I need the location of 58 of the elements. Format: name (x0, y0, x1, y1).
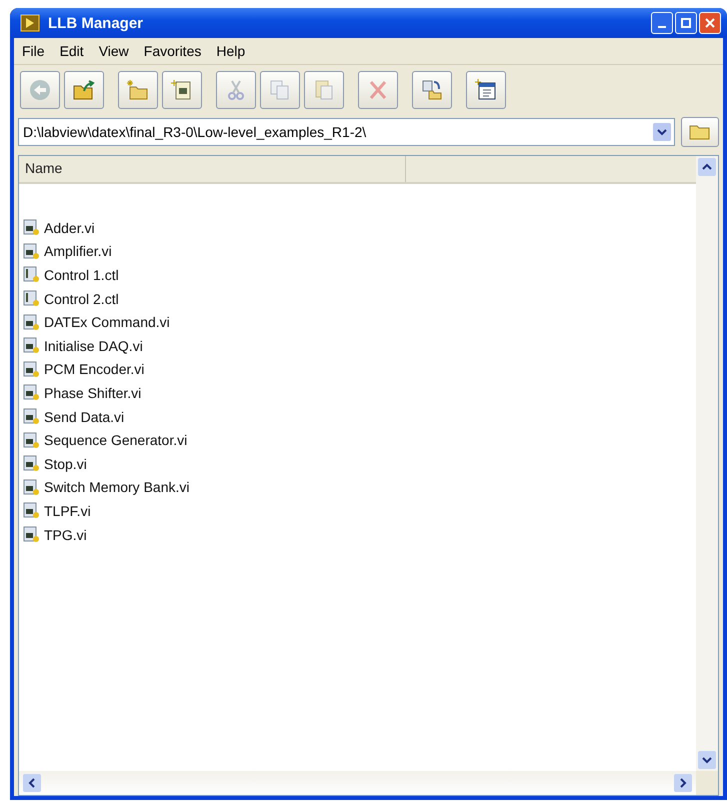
back-icon (28, 78, 52, 102)
vi-file-icon (23, 432, 40, 449)
scroll-left-icon (23, 774, 41, 792)
scroll-up-icon (698, 158, 716, 176)
control-file-icon (23, 290, 40, 308)
menu-item[interactable]: Favorites (144, 43, 202, 59)
app-icon (20, 14, 40, 32)
menu-item[interactable]: Edit (60, 43, 84, 59)
vertical-scrollbar[interactable] (696, 156, 718, 771)
vi-file-icon (23, 337, 40, 354)
list-row[interactable]: Send Data.vi (23, 404, 696, 428)
browse-button[interactable] (681, 117, 719, 147)
toolbar-button[interactable] (64, 71, 104, 109)
list-row[interactable]: TLPF.vi (23, 499, 696, 523)
menu-item[interactable]: View (98, 43, 129, 59)
properties-icon (474, 78, 498, 102)
maximize-button[interactable] (675, 12, 697, 34)
list-row[interactable]: Control 2.ctl (23, 286, 696, 310)
list-row[interactable]: DATEx Command.vi (23, 310, 696, 334)
folder-up-icon (72, 78, 96, 102)
minimize-button[interactable] (651, 12, 673, 34)
scroll-right-icon (674, 774, 692, 792)
vi-file-icon (23, 360, 40, 378)
list-row[interactable]: Initialise DAQ.vi (23, 334, 696, 358)
list-row[interactable]: Switch Memory Bank.vi (23, 476, 696, 500)
vi-file-icon (23, 502, 40, 520)
list-row[interactable]: Amplifier.vi (23, 240, 696, 264)
move-icon (420, 78, 444, 102)
scroll-down-icon (698, 751, 716, 769)
close-icon (705, 18, 715, 28)
toolbar-button[interactable] (162, 71, 202, 109)
vi-file-icon (23, 314, 40, 331)
list-row[interactable]: Adder.vi (23, 216, 696, 240)
toolbar-button[interactable] (466, 71, 506, 109)
control-file-icon (23, 266, 40, 284)
horizontal-scrollbar[interactable] (19, 771, 696, 795)
maximize-icon (681, 18, 691, 28)
list-row[interactable]: Control 1.ctl (23, 263, 696, 287)
list-row[interactable]: Stop.vi (23, 452, 696, 476)
list-row[interactable]: PCM Encoder.vi (23, 358, 696, 382)
list-row[interactable]: Phase Shifter.vi (23, 381, 696, 405)
vi-file-icon (23, 478, 40, 496)
menu-item[interactable]: Help (216, 43, 246, 59)
vi-file-icon (23, 219, 40, 236)
new-folder-icon (126, 78, 150, 102)
vi-file-icon (23, 455, 40, 472)
path-field[interactable]: D:\labview\datex\final_R3-0\Low-level_examples_R1-2\ (18, 118, 675, 146)
list-row[interactable]: TPG.vi (23, 522, 696, 546)
close-button[interactable] (699, 12, 721, 34)
vi-file-icon (23, 384, 40, 402)
minimize-icon (658, 26, 666, 28)
vi-file-icon (23, 242, 40, 260)
menu-item[interactable]: File (22, 43, 45, 59)
folder-icon (688, 123, 712, 141)
window-title: LLB Manager (48, 14, 144, 32)
list-row[interactable]: Sequence Generator.vi (23, 428, 696, 452)
vi-file-icon (23, 408, 40, 426)
vi-file-icon (23, 526, 40, 544)
